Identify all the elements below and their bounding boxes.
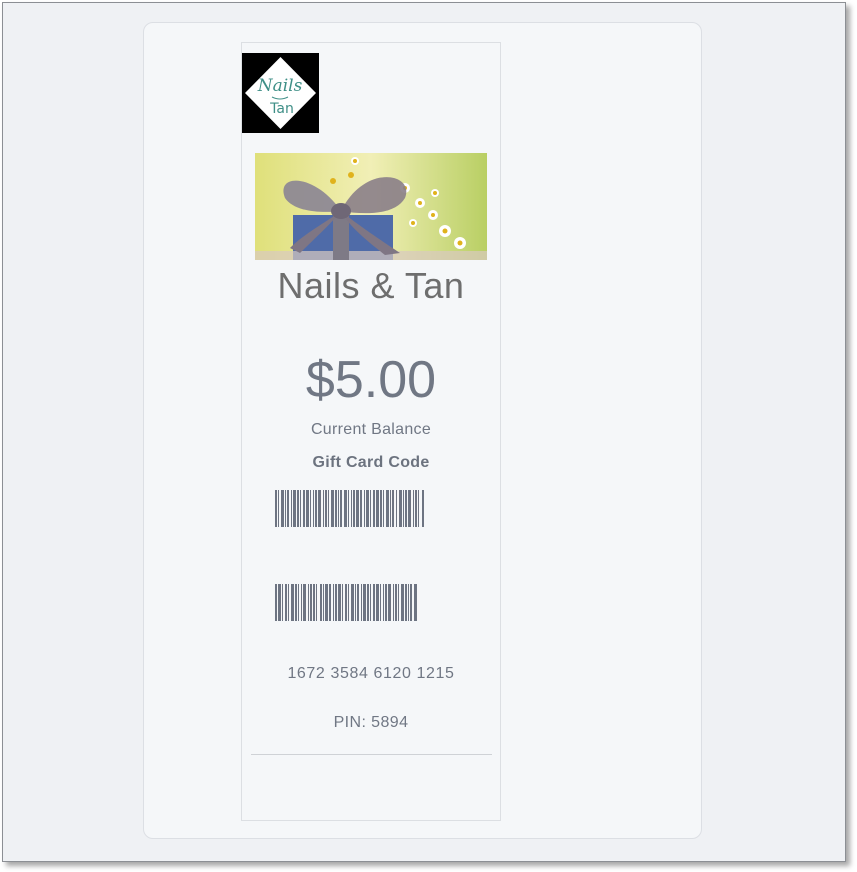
gift-card-pin: PIN: 5894 xyxy=(333,714,409,731)
barcode-primary xyxy=(275,490,465,527)
logo-word-nails: Nails xyxy=(257,76,303,96)
balance-label: Current Balance xyxy=(310,421,432,438)
gift-card-code-label: Gift Card Code xyxy=(312,454,430,471)
gift-image xyxy=(255,153,487,260)
barcode-secondary xyxy=(275,584,465,621)
business-name: Nails & Tan xyxy=(277,265,465,306)
gift-card-panel: Nails Tan Nails & Tan $5.00 Current Bala… xyxy=(143,22,702,839)
balance-amount: $5.00 xyxy=(305,351,437,409)
divider xyxy=(251,754,492,755)
business-logo: Nails Tan xyxy=(242,53,319,133)
gift-card-number: 1672 3584 6120 1215 xyxy=(287,665,455,682)
logo-word-tan: Tan xyxy=(269,101,294,117)
gift-card: Nails Tan Nails & Tan $5.00 Current Bala… xyxy=(241,42,501,821)
app-window: Nails Tan Nails & Tan $5.00 Current Bala… xyxy=(2,2,846,862)
